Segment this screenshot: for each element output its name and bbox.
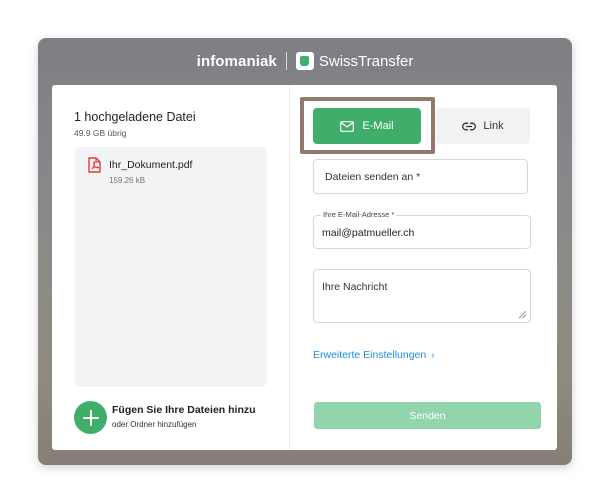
mail-icon bbox=[340, 120, 355, 132]
link-icon bbox=[462, 122, 477, 130]
message-placeholder: Ihre Nachricht bbox=[322, 281, 388, 293]
email-field-label: Ihre E-Mail-Adresse * bbox=[321, 210, 397, 219]
plus-icon bbox=[82, 409, 99, 426]
message-textarea[interactable]: Ihre Nachricht bbox=[313, 269, 531, 323]
recipients-placeholder: Dateien senden an * bbox=[325, 171, 421, 183]
chevron-right-icon: › bbox=[431, 349, 435, 361]
infomaniak-logo: infomaniak bbox=[196, 52, 277, 70]
file-list: Ihr_Dokument.pdf 159.26 kB bbox=[75, 147, 267, 387]
file-name: Ihr_Dokument.pdf bbox=[109, 159, 193, 171]
tab-email-label: E-Mail bbox=[362, 120, 394, 132]
storage-remaining: 49.9 GB übrig bbox=[74, 128, 127, 138]
send-button[interactable]: Senden bbox=[314, 402, 541, 429]
swisstransfer-logo-text: SwissTransfer bbox=[318, 52, 414, 70]
advanced-settings-link[interactable]: Erweiterte Einstellungen › bbox=[313, 349, 435, 361]
resize-handle-icon[interactable] bbox=[519, 311, 526, 318]
brand-separator bbox=[285, 52, 287, 70]
file-size: 159.26 kB bbox=[109, 176, 146, 185]
pdf-file-icon bbox=[88, 157, 101, 173]
app-window: infomaniak SwissTransfer 1 hochgeladene … bbox=[38, 38, 572, 465]
advanced-settings-label: Erweiterte Einstellungen bbox=[313, 349, 427, 361]
upload-title: 1 hochgeladene Datei bbox=[74, 110, 196, 124]
tab-link[interactable]: Link bbox=[436, 108, 530, 144]
swisstransfer-logo-icon bbox=[295, 52, 314, 70]
send-button-label: Senden bbox=[409, 409, 446, 422]
email-field[interactable]: Ihre E-Mail-Adresse * mail@patmueller.ch bbox=[313, 210, 531, 249]
add-files-title[interactable]: Fügen Sie Ihre Dateien hinzu bbox=[112, 404, 256, 416]
recipients-input[interactable]: Dateien senden an * bbox=[313, 159, 528, 194]
add-files-button[interactable] bbox=[74, 401, 107, 434]
tab-link-label: Link bbox=[483, 120, 504, 132]
upload-panel: 1 hochgeladene Datei 49.9 GB übrig Ihr_D… bbox=[52, 85, 290, 450]
email-field-value: mail@patmueller.ch bbox=[322, 227, 415, 239]
add-folder-link[interactable]: oder Ordner hinzufügen bbox=[112, 420, 197, 429]
transfer-card: 1 hochgeladene Datei 49.9 GB übrig Ihr_D… bbox=[52, 85, 557, 450]
tab-email[interactable]: E-Mail bbox=[313, 108, 421, 144]
brand-header: infomaniak SwissTransfer bbox=[38, 38, 572, 84]
